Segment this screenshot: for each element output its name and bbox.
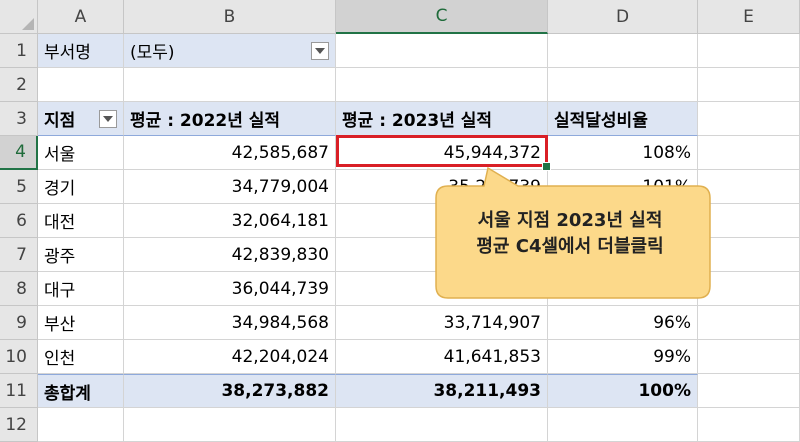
row-header-3[interactable]: 3 (0, 102, 38, 136)
cell-b2[interactable] (124, 68, 336, 102)
cell-e3[interactable] (698, 102, 800, 136)
select-all-triangle-icon (22, 18, 34, 30)
avg2023-cell[interactable]: 33,714,907 (336, 306, 548, 340)
row-header-6[interactable]: 6 (0, 204, 38, 238)
row-header-10[interactable]: 10 (0, 340, 38, 374)
row-header-9[interactable]: 9 (0, 306, 38, 340)
dropdown-arrow-icon (315, 47, 325, 54)
filter-dropdown-button[interactable] (311, 41, 329, 60)
row-header-8[interactable]: 8 (0, 272, 38, 306)
cell-c2[interactable] (336, 68, 548, 102)
column-header-e[interactable]: E (698, 0, 800, 34)
avg2022-cell[interactable]: 36,044,739 (124, 272, 336, 306)
avg2023-cell[interactable]: 41,641,853 (336, 340, 548, 374)
ratio-cell[interactable]: 99% (548, 340, 698, 374)
column-header-c[interactable]: C (336, 0, 548, 34)
callout-line-1: 서울 지점 2023년 실적 (477, 210, 663, 231)
callout-line-2: 평균 C4셀에서 더블클릭 (476, 236, 664, 257)
ratio-cell[interactable]: 96% (548, 306, 698, 340)
cell-c1[interactable] (336, 34, 548, 68)
row-header-11[interactable]: 11 (0, 374, 38, 408)
branch-header-text: 지점 (44, 111, 76, 131)
row-header-2[interactable]: 2 (0, 68, 38, 102)
row-header-12[interactable]: 12 (0, 408, 38, 442)
cell-e9[interactable] (698, 306, 800, 340)
total-label[interactable]: 총합계 (38, 374, 124, 408)
cell-b12[interactable] (124, 408, 336, 442)
avg2022-cell[interactable]: 34,984,568 (124, 306, 336, 340)
row-header-7[interactable]: 7 (0, 238, 38, 272)
filter-field-value[interactable]: (모두) (124, 34, 336, 68)
cell-c12[interactable] (336, 408, 548, 442)
column-header-b[interactable]: B (124, 0, 336, 34)
dropdown-arrow-icon (103, 115, 113, 122)
cell-d2[interactable] (548, 68, 698, 102)
branch-cell[interactable]: 대구 (38, 272, 124, 306)
branch-cell[interactable]: 서울 (38, 136, 124, 170)
total-ratio[interactable]: 100% (548, 374, 698, 408)
avg2022-cell[interactable]: 34,779,004 (124, 170, 336, 204)
cell-e10[interactable] (698, 340, 800, 374)
cell-d1[interactable] (548, 34, 698, 68)
callout-text: 서울 지점 2023년 실적 평균 C4셀에서 더블클릭 (434, 208, 706, 260)
pivot-header-ratio[interactable]: 실적달성비율 (548, 102, 698, 136)
avg2022-cell[interactable]: 42,839,830 (124, 238, 336, 272)
avg2022-cell[interactable]: 42,204,024 (124, 340, 336, 374)
cell-e2[interactable] (698, 68, 800, 102)
pivot-header-branch[interactable]: 지점 (38, 102, 124, 136)
branch-cell[interactable]: 대전 (38, 204, 124, 238)
cell-d12[interactable] (548, 408, 698, 442)
branch-filter-button[interactable] (99, 109, 117, 128)
pivot-header-avg2023[interactable]: 평균 : 2023년 실적 (336, 102, 548, 136)
filter-value-text: (모두) (130, 43, 175, 63)
cell-e11[interactable] (698, 374, 800, 408)
avg2022-cell[interactable]: 42,585,687 (124, 136, 336, 170)
select-all-corner[interactable] (0, 0, 38, 34)
row-header-1[interactable]: 1 (0, 34, 38, 68)
column-header-a[interactable]: A (38, 0, 124, 34)
branch-cell[interactable]: 인천 (38, 340, 124, 374)
row-header-5[interactable]: 5 (0, 170, 38, 204)
cell-e12[interactable] (698, 408, 800, 442)
avg2022-cell[interactable]: 32,064,181 (124, 204, 336, 238)
total-avg2023[interactable]: 38,211,493 (336, 374, 548, 408)
cell-e1[interactable] (698, 34, 800, 68)
branch-cell[interactable]: 광주 (38, 238, 124, 272)
cell-a12[interactable] (38, 408, 124, 442)
branch-cell[interactable]: 경기 (38, 170, 124, 204)
pivot-header-avg2022[interactable]: 평균 : 2022년 실적 (124, 102, 336, 136)
row-header-4[interactable]: 4 (0, 136, 38, 170)
filter-field-label[interactable]: 부서명 (38, 34, 124, 68)
branch-cell[interactable]: 부산 (38, 306, 124, 340)
column-header-d[interactable]: D (548, 0, 698, 34)
cell-a2[interactable] (38, 68, 124, 102)
total-avg2022[interactable]: 38,273,882 (124, 374, 336, 408)
